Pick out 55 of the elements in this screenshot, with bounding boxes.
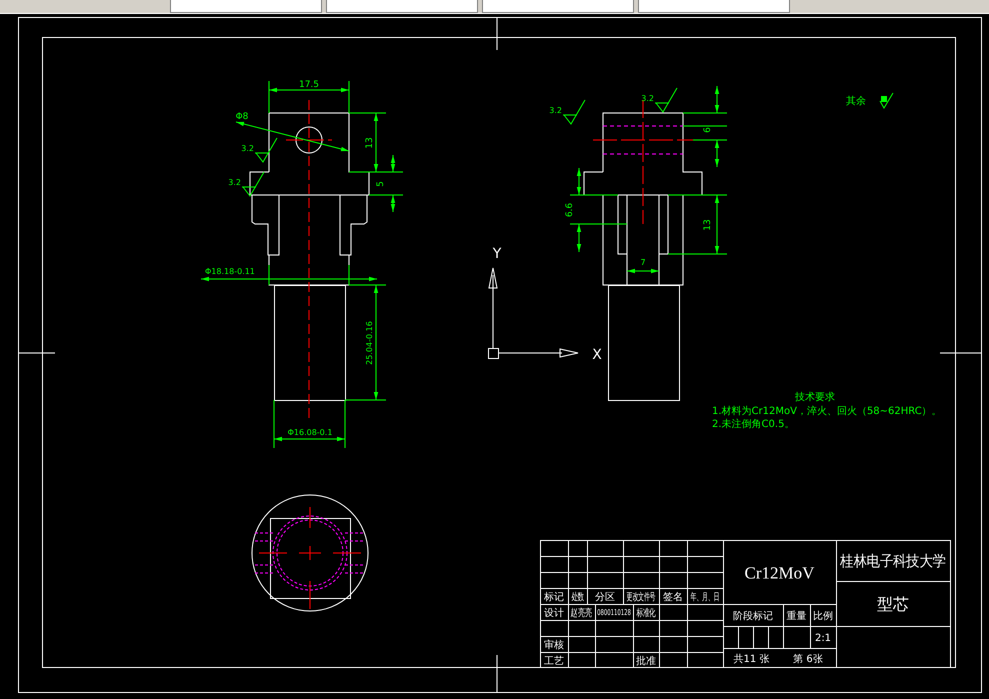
axis-label: X [592,347,602,363]
dimension-text: 25.04-0.16 [365,321,374,365]
table-header: 标记 [544,592,564,603]
roughness-symbol [254,138,278,163]
table-cell: 批准 [636,656,656,667]
dimension-text: 6.6 [565,202,575,218]
dimension-text: 13 [365,137,375,149]
table-header: 比例 [813,610,833,622]
table-cell: 2:1 [814,632,832,644]
roughness-symbol [880,92,894,109]
roughness-value: 3.2 [549,106,562,115]
dimension-text: 7 [640,258,646,267]
dropdown-field[interactable] [170,0,322,13]
table-cell: 设计 [544,608,564,619]
requirement-text: 1.材料为Cr12MoV，淬火、回火（58~62HRC）。 [712,406,942,417]
dimension-text: 6 [703,127,713,133]
table-cell: 审核 [544,640,564,651]
roughness-value: 3.2 [241,144,254,153]
hole-outline [296,126,322,154]
roughness-symbol [562,100,586,125]
dimension-text: 5 [376,181,386,187]
table-header: 阶段标记 [733,610,773,622]
dimension-text: Φ8 [236,112,248,122]
dropdown-field[interactable] [482,0,634,13]
table-header: 分区 [595,592,615,603]
table-cell: 标准化 [636,608,656,620]
requirements-title: 技术要求 [795,392,835,403]
table-cell: 0800110128 [597,608,631,618]
table-header: 更改文件号 [626,590,656,602]
part-name: 型芯 [877,594,909,614]
dropdown-field[interactable] [638,0,790,13]
table-header: 处数 [571,590,584,602]
roughness-value: 3.2 [641,94,654,103]
table-cell: 共11 张 [734,654,770,665]
requirement-text: 2.未注倒角C0.5。 [712,419,794,430]
dimension-text: Φ18.18-0.11 [205,267,255,276]
table-cell: 赵亮亮 [570,608,592,620]
axis-label: Y [492,246,502,262]
roughness-symbol [654,88,678,113]
surface-note: 其余 [846,96,866,107]
table-header: 重量 [786,610,806,622]
dimension-text: 13 [703,219,713,231]
dropdown-field[interactable] [326,0,478,13]
ucs-axis-icon [488,268,578,359]
organization-name: 桂林电子科技大学 [840,554,946,570]
material-text: Cr12MoV [744,563,814,582]
table-cell: 工艺 [544,656,564,667]
roughness-value: 3.2 [228,178,241,187]
dimension-text: 17.5 [298,80,320,90]
table-cell: 第 6张 [793,654,823,665]
dimension-text: Φ16.08-0.1 [288,428,332,437]
roughness-symbol [242,172,264,197]
table-header: 年、月、日 [690,590,720,602]
table-header: 签名 [663,592,683,603]
dimension-line [626,268,660,274]
